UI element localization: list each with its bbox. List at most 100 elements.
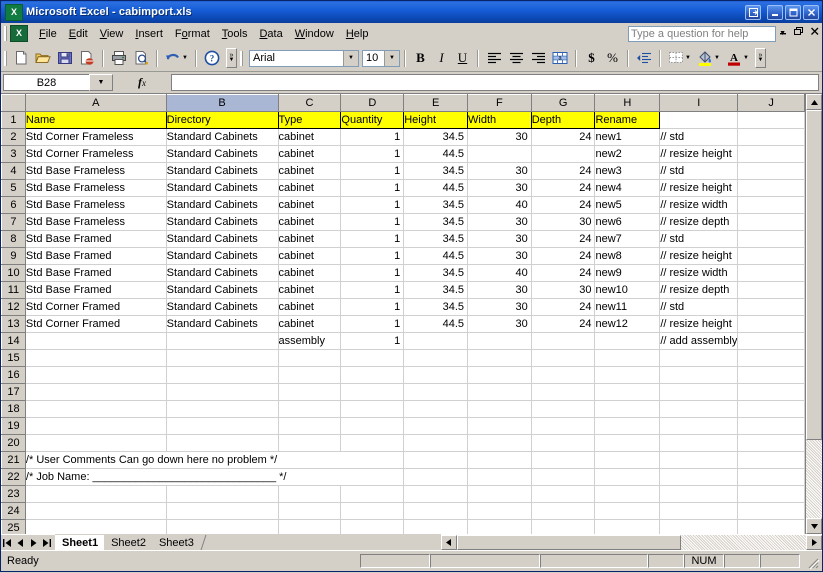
last-sheet-button[interactable] — [40, 536, 53, 550]
cell-f25[interactable] — [467, 519, 532, 534]
cell-c23[interactable] — [278, 485, 342, 503]
cell-c14[interactable]: assembly — [278, 332, 342, 350]
cell-b20[interactable] — [166, 434, 279, 452]
cell-j21[interactable] — [737, 451, 805, 469]
cell-g3[interactable] — [531, 145, 596, 163]
cell-f10[interactable]: 40 — [467, 264, 532, 282]
cell-j14[interactable] — [737, 332, 805, 350]
cell-c13[interactable]: cabinet — [278, 315, 342, 333]
cell-i20[interactable] — [659, 434, 739, 452]
cell-a11[interactable]: Std Base Framed — [25, 281, 167, 299]
cell-j15[interactable] — [737, 349, 805, 367]
cell-a9[interactable]: Std Base Framed — [25, 247, 167, 265]
cell-i19[interactable] — [659, 417, 739, 435]
cell-e21[interactable] — [403, 451, 468, 469]
cell-g8[interactable]: 24 — [531, 230, 596, 248]
scroll-up-button[interactable] — [806, 94, 822, 110]
cell-j11[interactable] — [737, 281, 805, 299]
cell-b11[interactable]: Standard Cabinets — [166, 281, 279, 299]
cell-b24[interactable] — [166, 502, 279, 520]
cell-g12[interactable]: 24 — [531, 298, 596, 316]
cell-d23[interactable] — [340, 485, 405, 503]
column-header-c[interactable]: C — [277, 94, 342, 112]
cell-d5[interactable]: 1 — [340, 179, 405, 197]
cell-f11[interactable]: 30 — [467, 281, 532, 299]
row-header-25[interactable]: 25 — [1, 519, 26, 534]
cell-h15[interactable] — [594, 349, 661, 367]
cell-b5[interactable]: Standard Cabinets — [166, 179, 279, 197]
cell-g23[interactable] — [531, 485, 596, 503]
cell-d11[interactable]: 1 — [340, 281, 405, 299]
cell-d12[interactable]: 1 — [340, 298, 405, 316]
menu-item-file[interactable]: FFileile — [33, 25, 63, 43]
cell-b17[interactable] — [166, 383, 279, 401]
cell-g9[interactable]: 24 — [531, 247, 596, 265]
merge-and-center-icon[interactable]: a — [549, 48, 571, 69]
cell-i10[interactable]: // resize width — [659, 264, 739, 282]
horizontal-scroll-thumb[interactable] — [456, 535, 681, 550]
insert-function-icon[interactable]: fx — [113, 74, 171, 91]
menu-grip-handle[interactable] — [4, 26, 7, 41]
cell-g2[interactable]: 24 — [531, 128, 596, 146]
cell-i3[interactable]: // resize height — [659, 145, 739, 163]
fill-color-dropdown-icon[interactable]: ▼ — [713, 55, 721, 61]
cell-g17[interactable] — [531, 383, 596, 401]
close-button[interactable] — [803, 4, 819, 20]
cell-f18[interactable] — [467, 400, 532, 418]
row-header-9[interactable]: 9 — [1, 247, 26, 265]
cell-c4[interactable]: cabinet — [278, 162, 342, 180]
row-header-10[interactable]: 10 — [1, 264, 26, 282]
first-sheet-button[interactable] — [1, 536, 14, 550]
prev-sheet-button[interactable] — [14, 536, 27, 550]
cell-e3[interactable]: 44.5 — [403, 145, 468, 163]
cell-d17[interactable] — [340, 383, 405, 401]
cell-h19[interactable] — [594, 417, 661, 435]
workbook-close-button[interactable] — [810, 27, 820, 39]
undo-dropdown-icon[interactable]: ▼ — [181, 55, 189, 61]
new-icon[interactable] — [10, 48, 32, 69]
cell-h25[interactable] — [594, 519, 661, 534]
scroll-down-button[interactable] — [806, 518, 822, 534]
row-header-1[interactable]: 1 — [1, 111, 26, 129]
cell-h24[interactable] — [594, 502, 661, 520]
menu-item-help[interactable]: Help — [340, 25, 375, 43]
cell-f16[interactable] — [467, 366, 532, 384]
menu-item-view[interactable]: View — [94, 25, 130, 43]
cell-d6[interactable]: 1 — [340, 196, 405, 214]
cell-a14[interactable] — [25, 332, 167, 350]
cell-a3[interactable]: Std Corner Frameless — [25, 145, 167, 163]
cell-h7[interactable]: new6 — [594, 213, 661, 231]
cell-j25[interactable] — [737, 519, 805, 534]
cell-h22[interactable] — [594, 468, 661, 486]
row-header-18[interactable]: 18 — [1, 400, 26, 418]
cell-j2[interactable] — [737, 128, 805, 146]
cell-g5[interactable]: 24 — [531, 179, 596, 197]
row-header-17[interactable]: 17 — [1, 383, 26, 401]
row-header-21[interactable]: 21 — [1, 451, 26, 469]
align-center-icon[interactable] — [505, 48, 527, 69]
cell-d3[interactable]: 1 — [340, 145, 405, 163]
cell-j22[interactable] — [737, 468, 805, 486]
cell-f20[interactable] — [467, 434, 532, 452]
cell-c3[interactable]: cabinet — [278, 145, 342, 163]
cell-j17[interactable] — [737, 383, 805, 401]
cell-c17[interactable] — [278, 383, 342, 401]
menu-item-insert[interactable]: Insert — [129, 25, 169, 43]
align-right-icon[interactable] — [527, 48, 549, 69]
cell-i5[interactable]: // resize height — [659, 179, 739, 197]
cell-i2[interactable]: // std — [659, 128, 739, 146]
cell-a19[interactable] — [25, 417, 167, 435]
cell-c19[interactable] — [278, 417, 342, 435]
cell-c11[interactable]: cabinet — [278, 281, 342, 299]
row-header-16[interactable]: 16 — [1, 366, 26, 384]
cell-a22[interactable]: /* Job Name: ___________________________… — [25, 468, 405, 486]
header-cell-g1[interactable]: Depth — [530, 111, 596, 129]
cell-h14[interactable] — [594, 332, 661, 350]
row-header-14[interactable]: 14 — [1, 332, 26, 350]
row-header-4[interactable]: 4 — [1, 162, 26, 180]
cell-a21[interactable]: /* User Comments Can go down here no pro… — [25, 451, 405, 469]
column-header-g[interactable]: G — [530, 94, 596, 112]
cell-h10[interactable]: new9 — [594, 264, 661, 282]
cell-d10[interactable]: 1 — [340, 264, 405, 282]
cell-e20[interactable] — [403, 434, 468, 452]
